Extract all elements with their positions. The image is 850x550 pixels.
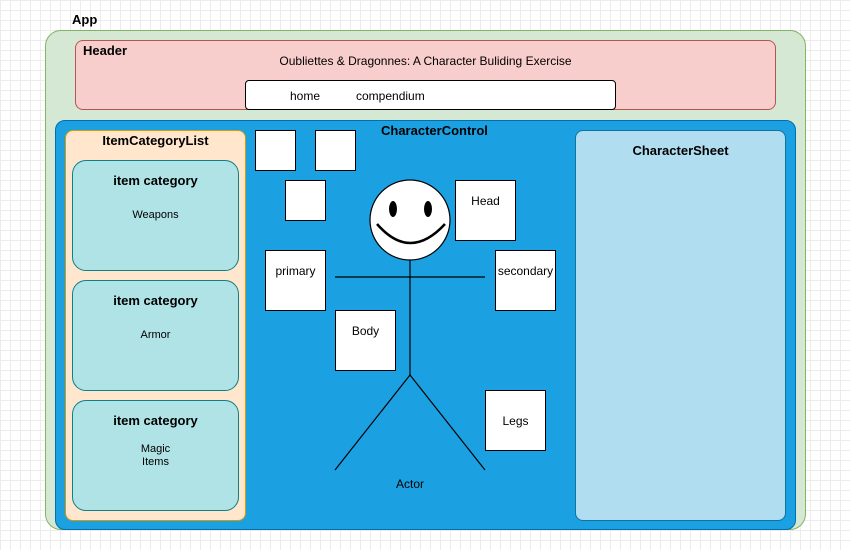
secondary-slot[interactable] bbox=[495, 250, 556, 311]
body-slot-label: Body bbox=[351, 324, 380, 338]
primary-slot-label: primary bbox=[275, 264, 316, 278]
item-category-name-line1: Magic bbox=[140, 443, 171, 455]
body-slot[interactable] bbox=[335, 310, 396, 371]
character-sheet-label: CharacterSheet bbox=[632, 143, 729, 158]
item-category-title: item category bbox=[113, 173, 198, 188]
item-category-name: Weapons bbox=[132, 209, 179, 221]
empty-slot-1[interactable] bbox=[255, 130, 296, 171]
primary-slot[interactable] bbox=[265, 250, 326, 311]
nav-home-link[interactable]: home bbox=[290, 89, 320, 103]
item-category-title: item category bbox=[113, 293, 198, 308]
character-control-label: CharacterControl bbox=[381, 123, 488, 138]
character-sheet-container bbox=[575, 130, 786, 521]
item-category-name: Armor bbox=[140, 329, 171, 341]
item-category-title: item category bbox=[113, 413, 198, 428]
empty-slot-2[interactable] bbox=[315, 130, 356, 171]
legs-slot-label: Legs bbox=[502, 414, 529, 428]
item-category-name-line2: Items bbox=[142, 456, 169, 468]
app-label: App bbox=[72, 12, 98, 27]
header-subtitle: Oubliettes & Dragonnes: A Character Buli… bbox=[279, 54, 572, 68]
nav-compendium-link[interactable]: compendium bbox=[356, 89, 425, 103]
actor-label: Actor bbox=[395, 477, 424, 491]
item-category-list-label: ItemCategoryList bbox=[102, 133, 209, 148]
secondary-slot-label: secondary bbox=[497, 264, 554, 278]
head-slot-label: Head bbox=[471, 194, 500, 208]
head-slot[interactable] bbox=[455, 180, 516, 241]
empty-slot-3[interactable] bbox=[285, 180, 326, 221]
